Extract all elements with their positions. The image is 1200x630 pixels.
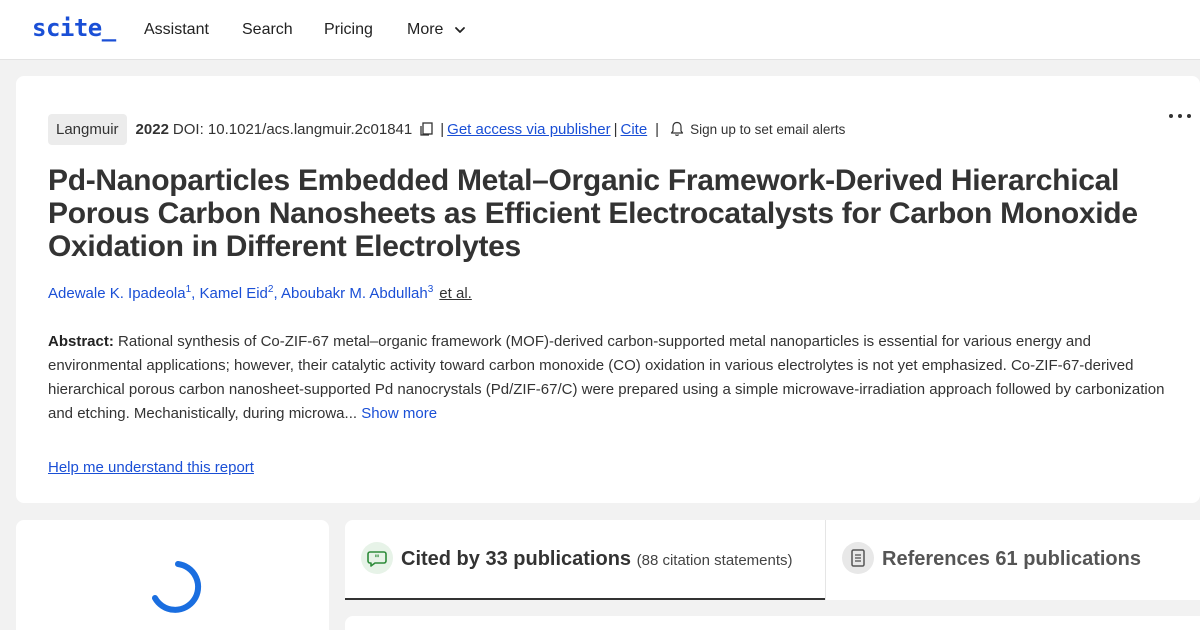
more-options-icon[interactable] bbox=[1166, 106, 1194, 126]
paper-card: Langmuir 2022 DOI: 10.1021/acs.langmuir.… bbox=[16, 76, 1200, 503]
bell-icon[interactable] bbox=[670, 121, 684, 137]
journal-badge[interactable]: Langmuir bbox=[48, 113, 127, 145]
results-panel bbox=[345, 616, 1200, 630]
separator: | bbox=[440, 120, 445, 138]
publication-year: 2022 bbox=[135, 120, 169, 138]
citation-icon-wrap: " bbox=[361, 542, 393, 574]
paper-title: Pd-Nanoparticles Embedded Metal–Organic … bbox=[48, 164, 1138, 263]
chevron-down-icon[interactable] bbox=[454, 24, 466, 36]
et-al-link[interactable]: et al. bbox=[439, 285, 472, 302]
author-link[interactable]: Adewale K. Ipadeola bbox=[48, 285, 186, 302]
author-affiliation: 3 bbox=[427, 284, 434, 295]
separator: | bbox=[655, 120, 660, 138]
paper-meta: Langmuir 2022 DOI: 10.1021/acs.langmuir.… bbox=[48, 113, 845, 145]
tab-references-label: References 61 publications bbox=[882, 548, 1141, 570]
get-access-link[interactable]: Get access via publisher bbox=[447, 121, 610, 138]
nav-search[interactable]: Search bbox=[242, 21, 293, 39]
references-icon-wrap bbox=[842, 542, 874, 574]
citation-statements: (88 citation statements) bbox=[636, 552, 793, 569]
scite-logo[interactable]: scite_ bbox=[32, 14, 116, 42]
help-understand-link[interactable]: Help me understand this report bbox=[48, 459, 254, 476]
loading-spinner bbox=[152, 561, 202, 613]
left-panel bbox=[16, 520, 329, 630]
svg-text:": " bbox=[374, 554, 379, 565]
top-nav: scite_ Assistant Search Pricing More bbox=[0, 0, 1200, 60]
abstract: Abstract: Rational synthesis of Co-ZIF-6… bbox=[48, 330, 1178, 426]
tab-cited-by[interactable]: " Cited by 33 publications (88 citation … bbox=[345, 520, 825, 600]
separator: | bbox=[613, 120, 618, 138]
citation-quote-icon: " bbox=[367, 551, 387, 567]
cited-count: Cited by 33 publications bbox=[401, 548, 632, 570]
abstract-text: Rational synthesis of Co-ZIF-67 metal–or… bbox=[48, 333, 1165, 422]
nav-pricing[interactable]: Pricing bbox=[324, 21, 373, 39]
email-alerts-link[interactable]: Sign up to set email alerts bbox=[690, 122, 845, 137]
tab-cited-label: Cited by 33 publications (88 citation st… bbox=[401, 548, 793, 571]
author-link[interactable]: Aboubakr M. Abdullah bbox=[281, 285, 428, 302]
citation-tabs: " Cited by 33 publications (88 citation … bbox=[345, 520, 1200, 600]
separator: , bbox=[273, 285, 281, 302]
author-list: Adewale K. Ipadeola1, Kamel Eid2, Abouba… bbox=[48, 284, 472, 302]
nav-assistant[interactable]: Assistant bbox=[144, 21, 209, 39]
abstract-label: Abstract: bbox=[48, 333, 114, 350]
tab-references[interactable]: References 61 publications bbox=[825, 520, 1200, 600]
separator: , bbox=[191, 285, 200, 302]
copy-icon[interactable] bbox=[418, 121, 434, 137]
nav-more[interactable]: More bbox=[407, 21, 443, 39]
document-icon bbox=[851, 549, 865, 567]
author-link[interactable]: Kamel Eid bbox=[200, 285, 268, 302]
cite-link[interactable]: Cite bbox=[620, 121, 647, 138]
doi-label: DOI: 10.1021/acs.langmuir.2c01841 bbox=[172, 120, 413, 138]
show-more-link[interactable]: Show more bbox=[361, 405, 437, 422]
